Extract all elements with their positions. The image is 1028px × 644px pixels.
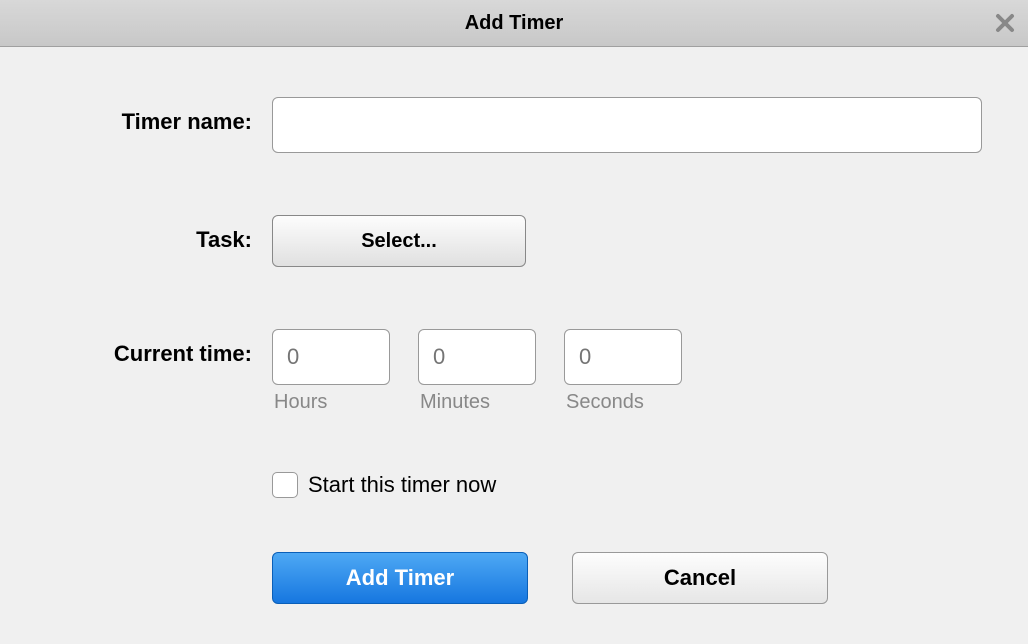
task-select-button[interactable]: Select... (272, 215, 526, 267)
time-inputs-group: Hours Minutes Seconds (272, 329, 988, 414)
minutes-group: Minutes (418, 329, 536, 414)
minutes-input[interactable] (418, 329, 536, 385)
hours-input[interactable] (272, 329, 390, 385)
current-time-label: Current time: (114, 341, 252, 366)
timer-name-label: Timer name: (122, 109, 252, 134)
timer-name-row: Timer name: (40, 97, 988, 153)
dialog-content: Timer name: Task: Select... Current time… (0, 47, 1028, 644)
start-now-container[interactable]: Start this timer now (272, 468, 988, 498)
current-time-row: Current time: Hours Minutes Seconds (40, 329, 988, 414)
timer-name-input[interactable] (272, 97, 982, 153)
start-now-row: Start this timer now (40, 468, 988, 498)
action-buttons: Add Timer Cancel (272, 552, 988, 604)
cancel-button[interactable]: Cancel (572, 552, 828, 604)
minutes-label: Minutes (418, 391, 536, 414)
start-now-checkbox[interactable] (272, 472, 298, 498)
seconds-label: Seconds (564, 391, 682, 414)
add-timer-button[interactable]: Add Timer (272, 552, 528, 604)
actions-row: Add Timer Cancel (40, 552, 988, 604)
seconds-input[interactable] (564, 329, 682, 385)
task-row: Task: Select... (40, 215, 988, 267)
task-label: Task: (196, 227, 252, 252)
dialog-titlebar: Add Timer (0, 0, 1028, 47)
close-icon[interactable] (990, 8, 1020, 38)
dialog-title: Add Timer (465, 12, 564, 35)
seconds-group: Seconds (564, 329, 682, 414)
start-now-label: Start this timer now (308, 472, 496, 498)
hours-group: Hours (272, 329, 390, 414)
hours-label: Hours (272, 391, 390, 414)
